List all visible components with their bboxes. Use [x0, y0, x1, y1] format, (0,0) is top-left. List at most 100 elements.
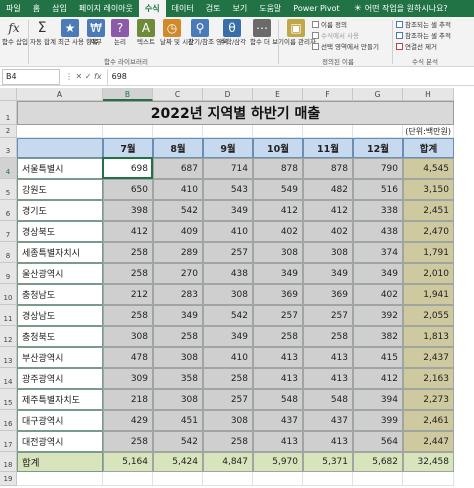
math-button[interactable]: θ 수학/삼각 — [220, 19, 246, 46]
region-name-cell[interactable]: 경상북도 — [17, 221, 103, 242]
sales-value-cell[interactable]: 412 — [253, 200, 303, 221]
region-total-cell[interactable]: 4,545 — [403, 158, 454, 179]
sales-value-cell[interactable]: 308 — [203, 410, 253, 431]
region-name-cell[interactable]: 울산광역시 — [17, 263, 103, 284]
region-name-cell[interactable]: 서울특별시 — [17, 158, 103, 179]
sales-value-cell[interactable]: 482 — [303, 179, 353, 200]
sales-value-cell[interactable]: 258 — [203, 368, 253, 389]
sales-value-cell[interactable]: 437 — [303, 410, 353, 431]
sales-value-cell[interactable]: 542 — [153, 200, 203, 221]
row-header-1[interactable]: 1 — [0, 101, 17, 125]
row-header-15[interactable]: 15 — [0, 389, 17, 410]
sales-value-cell[interactable]: 412 — [353, 368, 403, 389]
row-header-7[interactable]: 7 — [0, 221, 17, 242]
row-header-9[interactable]: 9 — [0, 263, 17, 284]
sales-value-cell[interactable]: 650 — [103, 179, 153, 200]
month-header-cell[interactable]: 9월 — [203, 138, 253, 158]
fx-icon[interactable]: fx — [94, 72, 102, 81]
sales-value-cell[interactable]: 413 — [303, 431, 353, 452]
select-all-corner[interactable] — [0, 88, 17, 101]
sales-value-cell[interactable]: 369 — [253, 284, 303, 305]
sales-value-cell[interactable]: 714 — [203, 158, 253, 179]
row-header-11[interactable]: 11 — [0, 305, 17, 326]
define-name-button[interactable]: 이름 정의 — [312, 20, 347, 30]
sales-value-cell[interactable]: 413 — [253, 347, 303, 368]
sales-value-cell[interactable]: 258 — [153, 326, 203, 347]
trace-dependents-button[interactable]: 참조하는 셀 추적 — [396, 31, 451, 41]
sales-value-cell[interactable]: 257 — [203, 242, 253, 263]
sales-value-cell[interactable]: 415 — [353, 347, 403, 368]
sales-value-cell[interactable]: 790 — [353, 158, 403, 179]
sales-value-cell[interactable]: 410 — [153, 179, 203, 200]
tab-file[interactable]: 파일 — [0, 0, 27, 17]
tab-view[interactable]: 보기 — [226, 0, 253, 17]
sales-value-cell[interactable]: 258 — [103, 242, 153, 263]
header-blank-cell[interactable] — [17, 138, 103, 158]
sales-value-cell[interactable]: 413 — [303, 347, 353, 368]
sales-value-cell[interactable]: 349 — [353, 263, 403, 284]
sales-value-cell[interactable]: 438 — [353, 221, 403, 242]
tab-page-layout[interactable]: 페이지 레이아웃 — [73, 0, 139, 17]
region-total-cell[interactable]: 2,470 — [403, 221, 454, 242]
region-total-cell[interactable]: 2,461 — [403, 410, 454, 431]
lookup-button[interactable]: ⚲ 찾기/참조 영역 — [188, 19, 228, 46]
tab-data[interactable]: 데이터 — [166, 0, 200, 17]
sales-value-cell[interactable]: 543 — [203, 179, 253, 200]
region-name-cell[interactable]: 세종특별자치시 — [17, 242, 103, 263]
region-name-cell[interactable]: 대구광역시 — [17, 410, 103, 431]
name-manager-button[interactable]: ▣ 이름 관리자 — [284, 19, 316, 46]
sales-value-cell[interactable]: 258 — [303, 326, 353, 347]
region-name-cell[interactable]: 충청남도 — [17, 284, 103, 305]
sales-value-cell[interactable]: 413 — [253, 368, 303, 389]
sales-value-cell[interactable]: 548 — [303, 389, 353, 410]
region-total-cell[interactable]: 1,941 — [403, 284, 454, 305]
sales-value-cell[interactable]: 308 — [203, 284, 253, 305]
row-header-4[interactable]: 4 — [0, 158, 17, 179]
sales-value-cell[interactable]: 549 — [253, 179, 303, 200]
column-header-a[interactable]: A — [17, 88, 103, 101]
column-header-f[interactable]: F — [303, 88, 353, 101]
sales-value-cell[interactable]: 438 — [203, 263, 253, 284]
column-header-e[interactable]: E — [253, 88, 303, 101]
sales-value-cell[interactable]: 349 — [203, 326, 253, 347]
sales-value-cell[interactable]: 289 — [153, 242, 203, 263]
region-name-cell[interactable]: 경기도 — [17, 200, 103, 221]
sales-value-cell[interactable]: 258 — [103, 431, 153, 452]
sales-value-cell[interactable]: 218 — [103, 389, 153, 410]
sales-value-cell[interactable]: 309 — [103, 368, 153, 389]
sheet-title[interactable]: 2022년 지역별 하반기 매출 — [17, 101, 454, 125]
sales-value-cell[interactable]: 308 — [103, 326, 153, 347]
region-total-cell[interactable]: 2,163 — [403, 368, 454, 389]
month-header-cell[interactable]: 8월 — [153, 138, 203, 158]
month-header-cell[interactable]: 7월 — [103, 138, 153, 158]
month-sum-cell[interactable]: 5,424 — [153, 452, 203, 472]
autosum-button[interactable]: Σ 자동 합계 — [30, 19, 56, 46]
month-sum-cell[interactable]: 5,970 — [253, 452, 303, 472]
sales-value-cell[interactable]: 698 — [103, 158, 153, 179]
sales-value-cell[interactable]: 542 — [153, 431, 203, 452]
row-header-3[interactable]: 3 — [0, 138, 17, 158]
sales-value-cell[interactable]: 258 — [203, 431, 253, 452]
row-header-18[interactable]: 18 — [0, 452, 17, 472]
sales-value-cell[interactable]: 516 — [353, 179, 403, 200]
sales-value-cell[interactable]: 412 — [103, 221, 153, 242]
sales-value-cell[interactable]: 349 — [303, 263, 353, 284]
financial-button[interactable]: ₩ 재무 — [84, 19, 108, 46]
logical-button[interactable]: ? 논리 — [108, 19, 132, 46]
sales-value-cell[interactable]: 374 — [353, 242, 403, 263]
region-total-cell[interactable]: 2,447 — [403, 431, 454, 452]
sales-value-cell[interactable]: 308 — [153, 389, 203, 410]
region-total-cell[interactable]: 2,010 — [403, 263, 454, 284]
sales-value-cell[interactable]: 270 — [153, 263, 203, 284]
formula-input[interactable]: 698 — [106, 68, 474, 85]
tab-home[interactable]: 홈 — [27, 0, 46, 17]
sales-value-cell[interactable]: 394 — [353, 389, 403, 410]
tab-power-pivot[interactable]: Power Pivot — [287, 0, 345, 17]
sales-value-cell[interactable]: 349 — [203, 200, 253, 221]
region-total-cell[interactable]: 2,437 — [403, 347, 454, 368]
sales-value-cell[interactable]: 451 — [153, 410, 203, 431]
sales-value-cell[interactable]: 413 — [303, 368, 353, 389]
region-total-cell[interactable]: 1,813 — [403, 326, 454, 347]
sales-value-cell[interactable]: 308 — [153, 347, 203, 368]
sales-value-cell[interactable]: 358 — [153, 368, 203, 389]
